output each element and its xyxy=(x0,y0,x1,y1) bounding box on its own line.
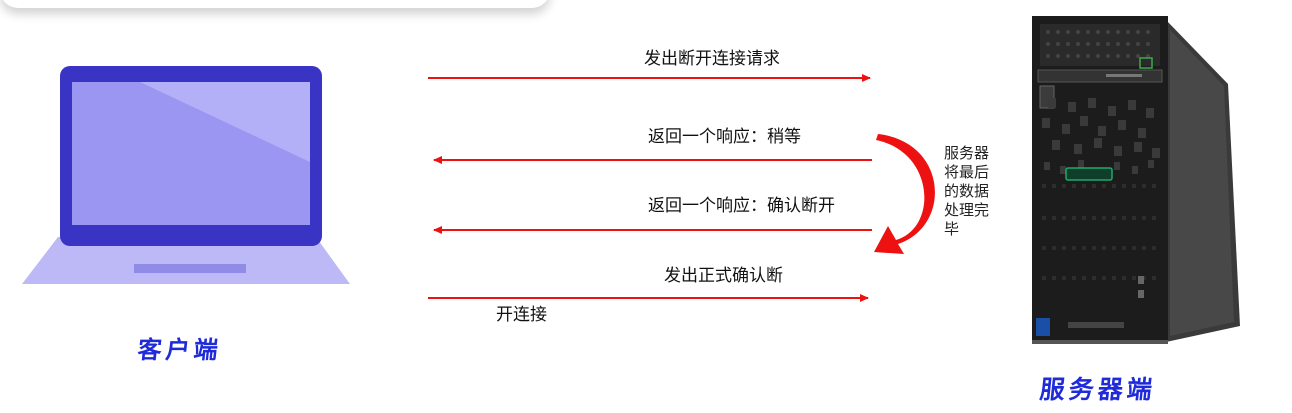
curved-processing-arrow xyxy=(874,134,935,254)
note-line: 处理完 xyxy=(944,201,990,219)
server-label: 服务器端 xyxy=(1038,375,1158,404)
note-line: 毕 xyxy=(944,220,960,238)
note-line: 将最后 xyxy=(944,163,990,181)
message-response-confirm: 返回一个响应：确认断开 xyxy=(648,196,835,216)
message-disconnect-request: 发出断开连接请求 xyxy=(644,49,780,69)
note-line: 服务器 xyxy=(944,144,990,162)
server-processing-note: 服务器 将最后 的数据 处理完 毕 xyxy=(944,144,1006,239)
note-line: 的数据 xyxy=(944,182,990,200)
message-final-confirm-line1: 发出正式确认断 xyxy=(664,266,783,286)
client-label: 客户端 xyxy=(136,336,224,364)
message-final-confirm-line2: 开连接 xyxy=(496,305,547,325)
message-response-wait: 返回一个响应：稍等 xyxy=(648,127,801,147)
